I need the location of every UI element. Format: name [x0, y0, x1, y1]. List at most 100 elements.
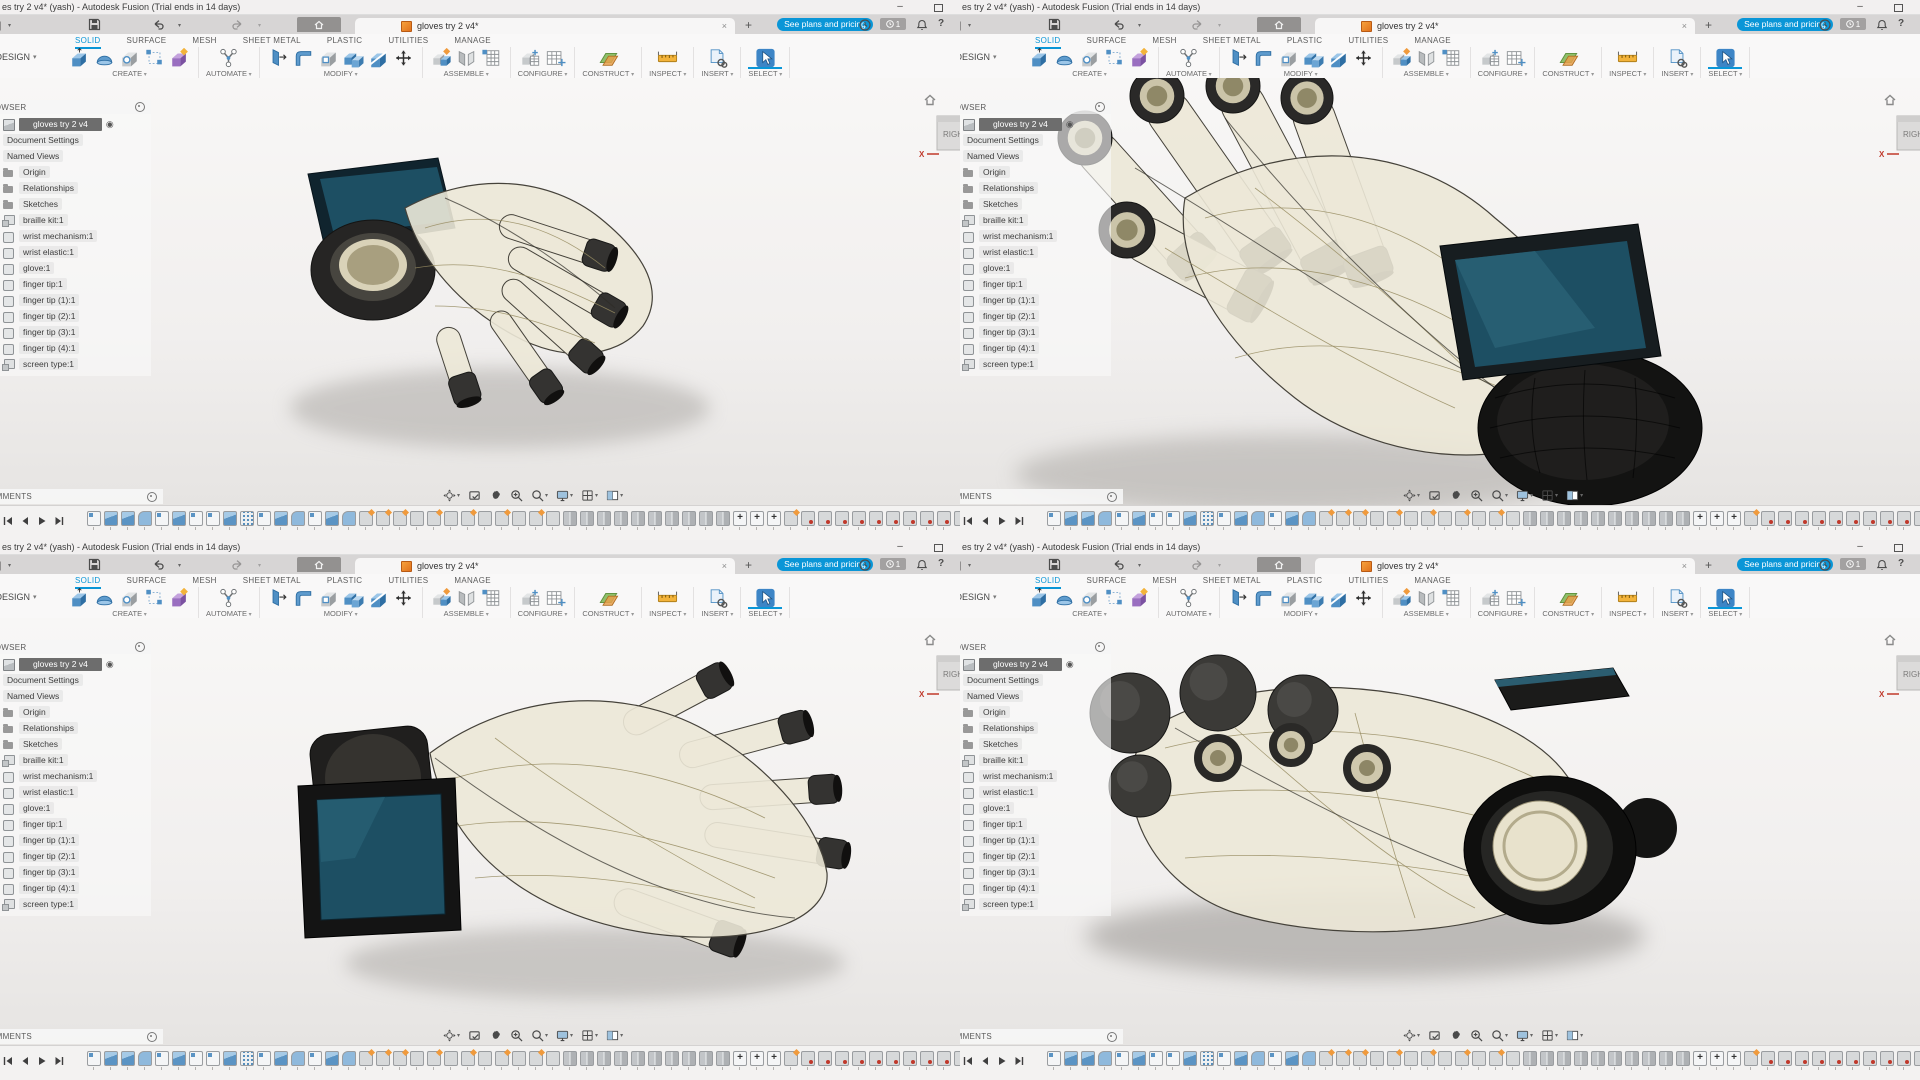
select-cursor-icon[interactable] [754, 588, 777, 608]
ribbon-tab-utilities[interactable]: UTILITIES [388, 35, 428, 47]
redo-caret[interactable]: ▾ [258, 22, 261, 29]
browser-root-label[interactable]: gloves try 2 v4 [979, 118, 1062, 131]
timeline-feature-move[interactable] [1710, 511, 1724, 526]
timeline-feature-sketch[interactable] [1268, 511, 1282, 526]
browser-item-label[interactable]: finger tip (1):1 [979, 294, 1039, 306]
browser-item-label[interactable]: glove:1 [19, 262, 54, 274]
timeline-feature-joint[interactable] [1642, 511, 1656, 526]
browser-item-screen-type-1[interactable]: ▸screen type:1 [0, 896, 151, 912]
ribbon-tab-solid[interactable]: SOLID [75, 35, 101, 47]
timeline-feature-copy[interactable] [818, 511, 832, 526]
browser-item-label[interactable]: Named Views [963, 150, 1023, 162]
pan-icon[interactable] [489, 1029, 502, 1042]
look-at-icon[interactable] [1428, 489, 1441, 502]
hole-icon[interactable] [1078, 588, 1101, 608]
ribbon-tab-manage[interactable]: MANAGE [1414, 575, 1450, 587]
joint-icon[interactable] [1415, 48, 1438, 68]
browser-root-item[interactable]: ▸gloves try 2 v4◉ [960, 656, 1111, 672]
timeline-feature-pattern[interactable] [1200, 511, 1214, 526]
display-settings-icon[interactable]: ▾ [556, 489, 573, 502]
redo-icon[interactable] [231, 18, 247, 31]
document-tab[interactable]: gloves try 2 v4* × [355, 18, 735, 34]
timeline-feature-newcomp[interactable] [1455, 1051, 1469, 1066]
zoom-icon[interactable] [1470, 1029, 1483, 1042]
timeline-play-button[interactable] [997, 1053, 1007, 1071]
timeline-feature-joint[interactable] [682, 511, 696, 526]
timeline-feature-pattern[interactable] [240, 511, 254, 526]
timeline-go-to-end-button[interactable] [1014, 513, 1024, 531]
timeline-feature-sketch[interactable] [87, 511, 101, 526]
document-tab-close-icon[interactable]: × [1682, 561, 1687, 571]
viewcube-widget[interactable]: Z RIGHT X [1877, 92, 1920, 164]
browser-item-label[interactable]: wrist mechanism:1 [979, 230, 1057, 242]
browser-item-braille-kit-1[interactable]: ▸braille kit:1 [0, 752, 151, 768]
extrude-icon[interactable] [1028, 48, 1051, 68]
press-pull-icon[interactable] [1227, 48, 1250, 68]
fit-icon[interactable]: ▾ [531, 489, 548, 502]
document-tab[interactable]: gloves try 2 v4* × [1315, 18, 1695, 34]
combine-icon[interactable] [1302, 588, 1325, 608]
save-icon[interactable] [1048, 18, 1064, 31]
timeline-feature-copy[interactable] [1897, 1051, 1911, 1066]
browser-item-label[interactable]: wrist elastic:1 [979, 246, 1038, 258]
browser-item-finger-tip-1[interactable]: ▸finger tip:1 [960, 816, 1111, 832]
split-body-icon[interactable] [1327, 48, 1350, 68]
timeline-feature-sketch[interactable] [1149, 1051, 1163, 1066]
timeline-feature-joint[interactable] [682, 1051, 696, 1066]
timeline-feature-joint[interactable] [1540, 1051, 1554, 1066]
browser-item-relationships[interactable]: ▸Relationships [0, 180, 151, 196]
timeline-feature-joint[interactable] [716, 511, 730, 526]
ribbon-tab-solid[interactable]: SOLID [1035, 575, 1061, 587]
ribbon-tab-mesh[interactable]: MESH [192, 35, 216, 47]
sketch-icon[interactable] [143, 48, 166, 68]
browser-item-label[interactable]: Document Settings [963, 134, 1043, 146]
timeline-feature-extrude[interactable] [274, 1051, 288, 1066]
sketch-icon[interactable] [1103, 588, 1126, 608]
browser-item-origin[interactable]: ▸Origin [960, 164, 1111, 180]
file-menu-icon[interactable] [0, 18, 5, 31]
fit-icon[interactable]: ▾ [531, 1029, 548, 1042]
ribbon-tab-utilities[interactable]: UTILITIES [1348, 35, 1388, 47]
browser-item-finger-tip-1-1[interactable]: ▸finger tip (1):1 [960, 292, 1111, 308]
browser-item-glove-1[interactable]: ▸glove:1 [0, 260, 151, 276]
timeline-feature-comp[interactable] [1370, 511, 1384, 526]
undo-caret[interactable]: ▾ [1138, 22, 1141, 29]
timeline-feature-sketch[interactable] [1166, 511, 1180, 526]
form-icon[interactable] [1128, 48, 1151, 68]
activate-component-radio[interactable]: ◉ [106, 659, 114, 669]
timeline-feature-newcomp[interactable] [1353, 1051, 1367, 1066]
joint-icon[interactable] [455, 588, 478, 608]
browser-item-label[interactable]: Document Settings [963, 674, 1043, 686]
timeline-feature-copy[interactable] [801, 1051, 815, 1066]
timeline-feature-newcomp[interactable] [529, 511, 543, 526]
timeline-feature-copy[interactable] [1761, 511, 1775, 526]
ribbon-tab-surface[interactable]: SURFACE [127, 35, 167, 47]
browser-item-finger-tip-1[interactable]: ▸finger tip:1 [0, 276, 151, 292]
joint-icon[interactable] [455, 48, 478, 68]
timeline-feature-extrude[interactable] [1183, 511, 1197, 526]
document-tab-close-icon[interactable]: × [1682, 21, 1687, 31]
timeline-feature-fillet[interactable] [291, 511, 305, 526]
fillet-icon[interactable] [1252, 588, 1275, 608]
timeline-feature-copy[interactable] [869, 511, 883, 526]
browser-item-label[interactable]: finger tip (2):1 [979, 850, 1039, 862]
browser-item-label[interactable]: finger tip (3):1 [979, 326, 1039, 338]
timeline-feature-newcomp[interactable] [1421, 511, 1435, 526]
timeline-feature-newcomp[interactable] [1387, 511, 1401, 526]
timeline-feature-sketch[interactable] [189, 1051, 203, 1066]
construction-plane-icon[interactable] [1557, 48, 1580, 68]
timeline-feature-move[interactable] [750, 1051, 764, 1066]
browser-item-finger-tip-1[interactable]: ▸finger tip:1 [960, 276, 1111, 292]
timeline-feature-fillet[interactable] [342, 511, 356, 526]
timeline-feature-sketch[interactable] [1115, 1051, 1129, 1066]
timeline-feature-sketch[interactable] [1047, 511, 1061, 526]
browser-item-label[interactable]: screen type:1 [979, 898, 1038, 910]
browser-item-screen-type-1[interactable]: ▸screen type:1 [960, 356, 1111, 372]
select-cursor-icon[interactable] [754, 48, 777, 68]
timeline-feature-comp[interactable] [410, 511, 424, 526]
browser-item-finger-tip-1-1[interactable]: ▸finger tip (1):1 [0, 832, 151, 848]
timeline-feature-joint[interactable] [665, 1051, 679, 1066]
browser-item-relationships[interactable]: ▸Relationships [960, 720, 1111, 736]
viewports-icon[interactable]: ▾ [606, 1029, 623, 1042]
rigid-group-icon[interactable] [480, 588, 503, 608]
